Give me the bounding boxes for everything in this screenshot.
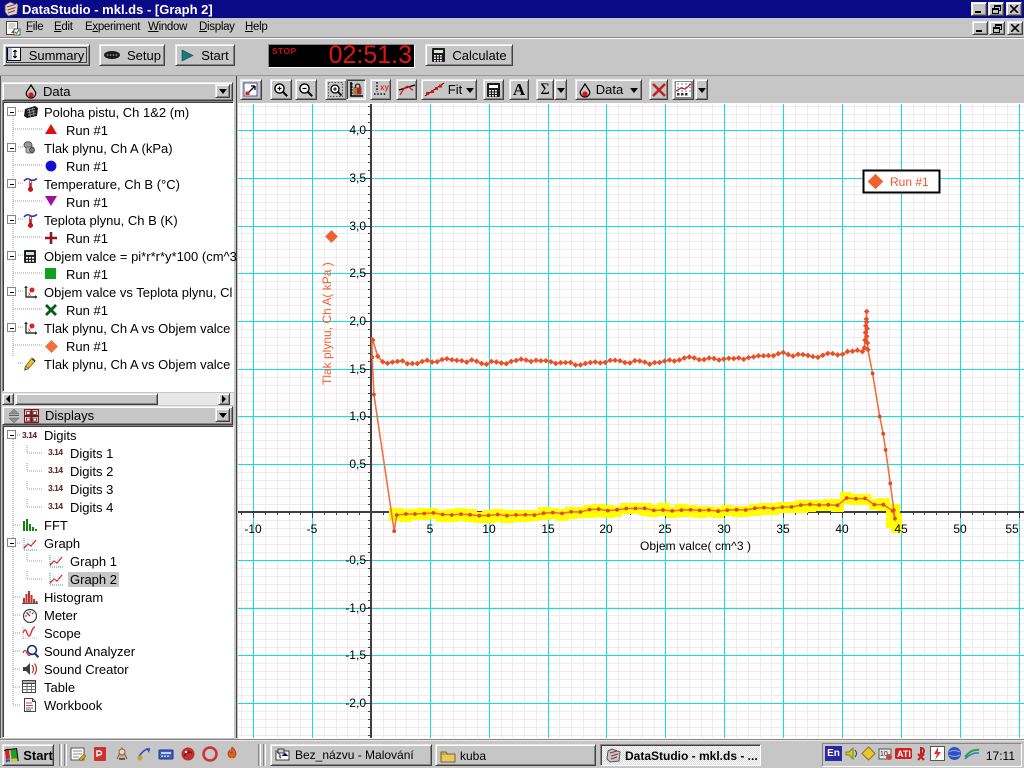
svg-text:35: 35 xyxy=(776,522,790,536)
svg-text:25: 25 xyxy=(658,522,672,536)
svg-text:-5: -5 xyxy=(307,522,318,536)
svg-text:3.14: 3.14 xyxy=(48,447,63,457)
svg-text:-10: -10 xyxy=(244,522,262,536)
svg-text:10: 10 xyxy=(482,522,496,536)
svg-text:5: 5 xyxy=(427,522,434,536)
svg-text:-0,5: -0,5 xyxy=(345,553,366,567)
svg-text:xy: xy xyxy=(380,83,389,92)
svg-text:x: x xyxy=(28,292,31,298)
svg-text:1,5: 1,5 xyxy=(349,362,366,376)
svg-text:3,0: 3,0 xyxy=(349,219,366,233)
svg-text:20: 20 xyxy=(599,522,613,536)
svg-text:50: 50 xyxy=(953,522,967,536)
svg-text:15: 15 xyxy=(541,522,555,536)
svg-text:x: x xyxy=(28,328,31,334)
svg-text:-1,5: -1,5 xyxy=(345,648,366,662)
svg-text:3.14: 3.14 xyxy=(48,501,63,511)
svg-text:55: 55 xyxy=(1005,522,1019,536)
svg-text:Tlak plynu, Ch A( kPa ): Tlak plynu, Ch A( kPa ) xyxy=(320,262,334,385)
svg-text:Run #1: Run #1 xyxy=(890,175,929,189)
svg-text:3,5: 3,5 xyxy=(349,171,366,185)
svg-text:-2,0: -2,0 xyxy=(345,696,366,710)
svg-text:45: 45 xyxy=(894,522,908,536)
svg-text:40: 40 xyxy=(835,522,849,536)
svg-text:ATI: ATI xyxy=(897,749,911,759)
svg-text:Objem valce( cm^3 ): Objem valce( cm^3 ) xyxy=(640,539,751,553)
svg-text:3.14: 3.14 xyxy=(48,483,63,493)
svg-text:2,5: 2,5 xyxy=(349,266,366,280)
svg-text:30: 30 xyxy=(717,522,731,536)
svg-text:2,0: 2,0 xyxy=(349,314,366,328)
svg-text:1,0: 1,0 xyxy=(349,409,366,423)
svg-text:3.14: 3.14 xyxy=(48,465,63,475)
svg-text:3.14: 3.14 xyxy=(22,430,37,440)
svg-text:0,5: 0,5 xyxy=(349,457,366,471)
svg-text:4,0: 4,0 xyxy=(349,123,366,137)
svg-text:-1,0: -1,0 xyxy=(345,601,366,615)
